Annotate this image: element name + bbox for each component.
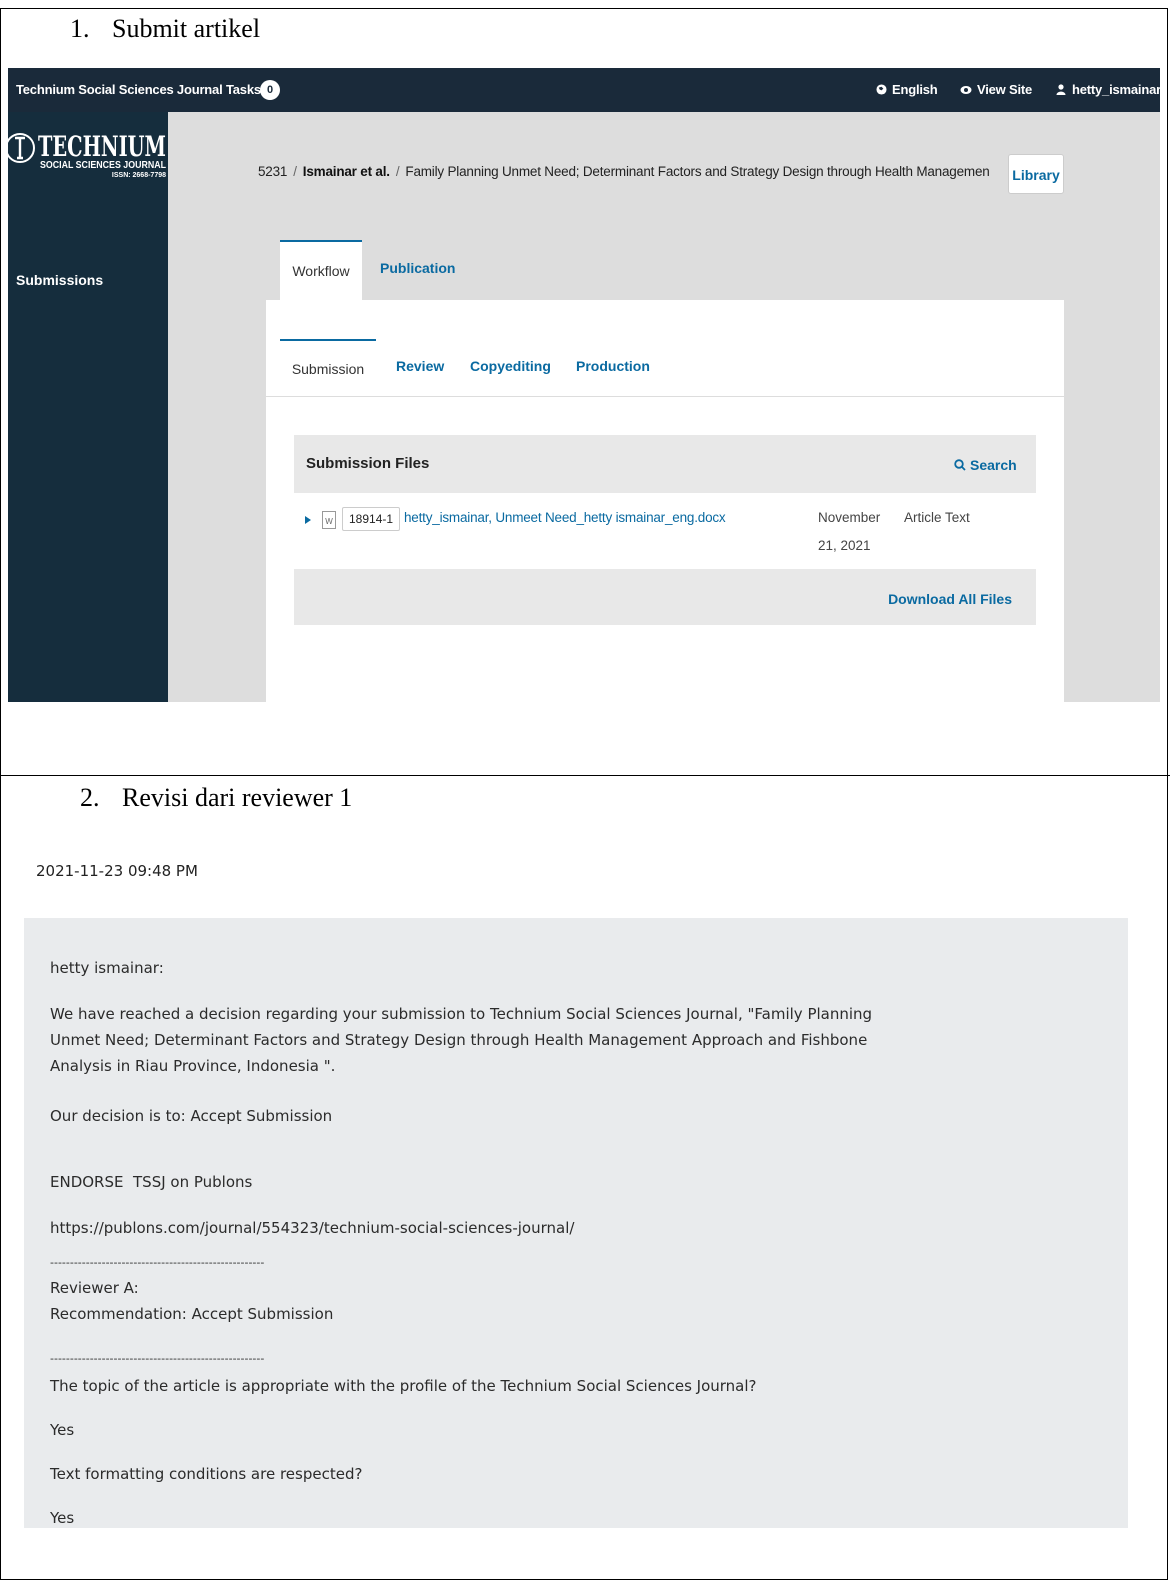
user-menu[interactable]: hetty_ismainar	[1056, 82, 1160, 97]
table-row-divider	[0, 775, 1170, 776]
file-date-line2: 21, 2021	[818, 538, 871, 553]
email-timestamp: 2021-11-23 09:48 PM	[36, 862, 198, 880]
tab-publication[interactable]: Publication	[380, 260, 455, 276]
files-footer: Download All Files	[294, 569, 1036, 625]
tasks-link[interactable]: Tasks	[226, 82, 261, 97]
journal-logo[interactable]: TECHNIUM SOCIAL SCIENCES JOURNAL ISSN: 2…	[8, 124, 168, 186]
subtabs-divider	[266, 396, 1064, 397]
email-decision: Our decision is to: Accept Submission	[50, 1107, 333, 1125]
email-divider1: ----------------------------------------…	[50, 1256, 265, 1269]
tab-production[interactable]: Production	[576, 358, 650, 374]
files-heading: Submission Files	[306, 455, 430, 472]
language-menu[interactable]: English	[876, 82, 938, 97]
email-message: hetty ismainar: We have reached a decisi…	[24, 918, 1128, 1528]
email-body-line2: Unmet Need; Determinant Factors and Stra…	[50, 1031, 868, 1049]
top-navbar: Technium Social Sciences Journal Tasks 0…	[8, 68, 1160, 112]
email-recommendation: Recommendation: Accept Submission	[50, 1305, 334, 1323]
tab-review[interactable]: Review	[396, 358, 444, 374]
tab-workflow[interactable]: Workflow	[280, 240, 362, 300]
view-site-label: View Site	[977, 82, 1033, 97]
word-document-icon: W	[322, 511, 336, 529]
email-answer2: Yes	[50, 1509, 75, 1527]
technium-logo-icon: TECHNIUM SOCIAL SCIENCES JOURNAL ISSN: 2…	[8, 130, 166, 179]
file-id-badge: 18914-1	[342, 507, 401, 531]
section1-number: 1.	[70, 14, 90, 43]
expand-arrow-icon[interactable]	[304, 515, 312, 525]
section1-heading: 1. Submit artikel	[70, 14, 260, 44]
breadcrumb-id: 5231	[258, 164, 288, 179]
view-site-link[interactable]: View Site	[960, 82, 1032, 97]
logo-line1: TECHNIUM	[38, 130, 166, 163]
language-label: English	[892, 82, 938, 97]
tasks-count-badge: 0	[260, 80, 280, 100]
breadcrumb-title: Family Planning Unmet Need; Determinant …	[405, 164, 990, 179]
tab-copyediting[interactable]: Copyediting	[470, 358, 551, 374]
breadcrumb-authors: Ismainar et al.	[302, 164, 390, 179]
file-date-line1: November	[818, 510, 881, 525]
sidebar-item-submissions[interactable]: Submissions	[16, 272, 103, 288]
workflow-panel: Submission Review Copyediting Production…	[266, 300, 1064, 702]
email-divider2: ----------------------------------------…	[50, 1352, 265, 1365]
files-search-button[interactable]: Search	[954, 457, 1017, 473]
section1-title: Submit artikel	[112, 14, 261, 43]
email-question2: Text formatting conditions are respected…	[50, 1465, 363, 1483]
section2-heading: 2. Revisi dari reviewer 1	[80, 783, 352, 813]
file-type: Article Text	[904, 510, 970, 525]
journal-name-link[interactable]: Technium Social Sciences Journal	[16, 82, 223, 97]
submission-files-grid: Submission Files Search W 18914-1 hetty_…	[294, 435, 1036, 625]
logo-line2: SOCIAL SCIENCES JOURNAL	[40, 160, 166, 171]
svg-text:W: W	[325, 517, 333, 526]
user-icon	[1056, 84, 1066, 95]
user-label: hetty_ismainar	[1072, 82, 1160, 97]
email-question1: The topic of the article is appropriate …	[50, 1377, 757, 1395]
globe-icon	[876, 84, 887, 95]
files-header: Submission Files Search	[294, 435, 1036, 493]
download-all-files-button[interactable]: Download All Files	[888, 591, 1012, 607]
email-body-line1: We have reached a decision regarding you…	[50, 1005, 873, 1023]
table-row: W 18914-1 hetty_ismainar, Unmeet Need_he…	[294, 493, 1036, 569]
email-endorse: ENDORSE TSSJ on Publons	[50, 1173, 253, 1191]
library-button[interactable]: Library	[1008, 154, 1064, 194]
email-answer1: Yes	[50, 1421, 75, 1439]
tab-submission[interactable]: Submission	[280, 339, 376, 397]
eye-icon	[960, 86, 972, 94]
breadcrumb: 5231/Ismainar et al. / Family Planning Unm…	[258, 164, 990, 179]
main-content: 5231/Ismainar et al. / Family Planning Unm…	[168, 112, 1160, 702]
ojs-screenshot: Technium Social Sciences Journal Tasks 0…	[8, 68, 1160, 702]
sidebar: TECHNIUM SOCIAL SCIENCES JOURNAL ISSN: 2…	[8, 112, 168, 702]
search-icon	[954, 459, 966, 471]
email-body-line3: Analysis in Riau Province, Indonesia ".	[50, 1057, 336, 1075]
email-url: https://publons.com/journal/554323/techn…	[50, 1219, 575, 1237]
email-greeting: hetty ismainar:	[50, 959, 164, 977]
section2-number: 2.	[80, 783, 100, 812]
file-name-link[interactable]: hetty_ismainar, Unmeet Need_hetty ismain…	[404, 510, 726, 525]
email-reviewer: Reviewer A:	[50, 1279, 139, 1297]
files-search-label: Search	[970, 457, 1017, 473]
section2-title: Revisi dari reviewer 1	[122, 783, 353, 812]
logo-line3: ISSN: 2668-7798	[112, 172, 166, 179]
